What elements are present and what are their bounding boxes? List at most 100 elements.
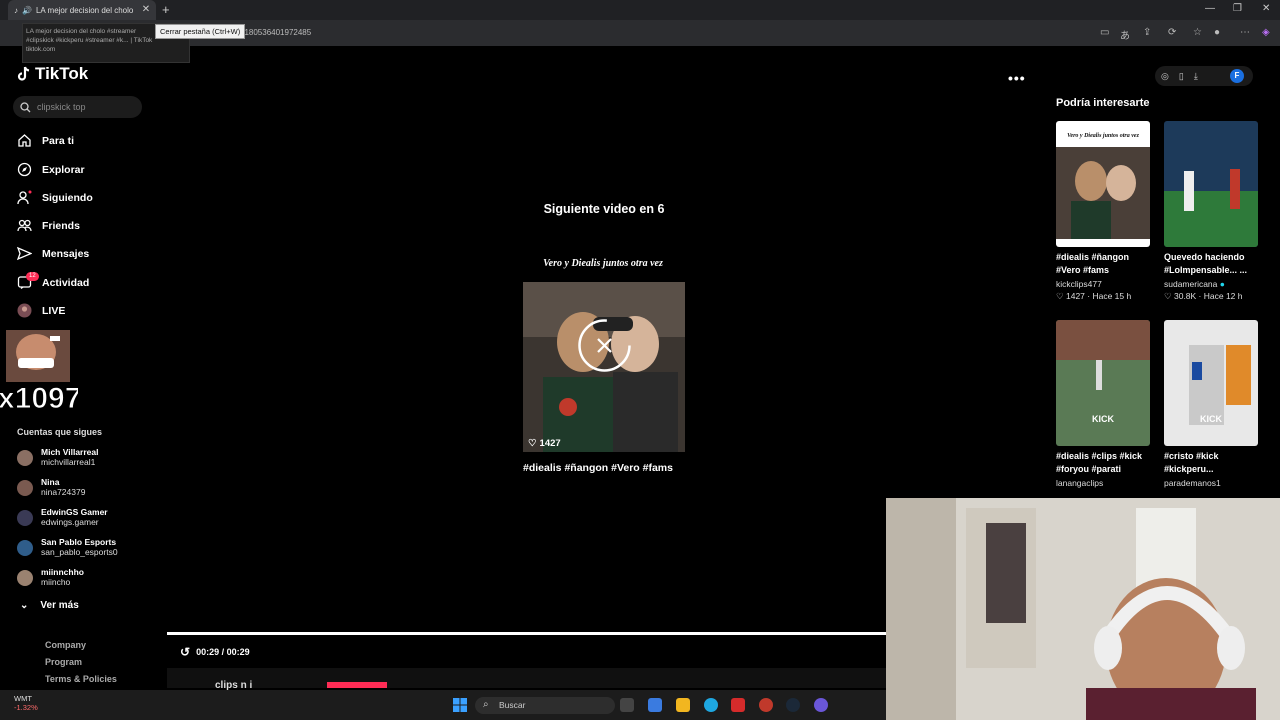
- stock-value: -1.32%: [14, 703, 38, 712]
- footer-link-program[interactable]: Program: [45, 657, 82, 667]
- nav-siguiendo[interactable]: Siguiendo: [17, 190, 93, 205]
- thumbnail-overlay-text: Vero y Diealis juntos otra vez: [543, 258, 663, 269]
- footer-link-terms[interactable]: Terms & Policies: [45, 674, 117, 684]
- close-window-icon[interactable]: ✕: [1262, 3, 1270, 14]
- reader-icon[interactable]: ▭: [1100, 27, 1109, 38]
- following-section-title: Cuentas que sigues: [17, 427, 103, 437]
- video-thumbnail[interactable]: Vero y Diealis juntos otra vez: [1056, 121, 1150, 247]
- video-caption: #cristo #kick #kickperu...: [1164, 451, 1219, 474]
- nav-mensajes[interactable]: Mensajes: [17, 246, 89, 261]
- steam-icon[interactable]: [786, 698, 800, 712]
- stock-widget[interactable]: WMT -1.32%: [14, 694, 38, 712]
- avatar: [17, 450, 33, 466]
- nav-label: Mensajes: [42, 247, 90, 260]
- account-username: edwings.gamer: [41, 517, 99, 527]
- taskbar-search[interactable]: Buscar: [475, 697, 615, 714]
- replay-icon[interactable]: ↺: [180, 645, 190, 659]
- time-readout: 00:29 / 00:29: [196, 647, 250, 657]
- account-username: nina724379: [41, 487, 86, 497]
- recommended-video[interactable]: Vero y Diealis juntos otra vez #diealis …: [1056, 121, 1150, 302]
- followed-account[interactable]: San Pablo Esports san_pablo_esports0: [17, 537, 118, 561]
- copilot-icon[interactable]: ◈: [1262, 27, 1270, 38]
- see-more-button[interactable]: ⌄ Ver más: [20, 600, 79, 611]
- edge-icon[interactable]: [704, 698, 718, 712]
- app-icon[interactable]: [759, 698, 773, 712]
- download-icon[interactable]: ⤓: [1194, 71, 1198, 82]
- video-author[interactable]: kickclips477: [1056, 279, 1150, 289]
- account-name: Mich Villarreal: [41, 447, 99, 457]
- recommendations-title: Podría interesarte: [1056, 97, 1150, 109]
- audio-icon[interactable]: 🔊: [22, 6, 32, 15]
- url-text[interactable]: 8180536401972485: [240, 28, 311, 37]
- follow-button[interactable]: [327, 682, 387, 688]
- video-author[interactable]: parademanos1: [1164, 478, 1258, 488]
- translate-icon[interactable]: あ: [1120, 27, 1130, 42]
- video-progress-bar[interactable]: [167, 632, 887, 635]
- stock-name: WMT: [14, 694, 32, 703]
- search-icon[interactable]: [20, 102, 31, 113]
- tab-title: LA mejor decision del cholo: [35, 5, 134, 15]
- profile-icon[interactable]: ●: [1214, 27, 1220, 38]
- tiktok-logo[interactable]: TikTok: [17, 64, 88, 84]
- video-caption: #diealis #ñangon #Vero #fams: [1056, 252, 1130, 275]
- phone-icon[interactable]: ▯: [1179, 71, 1184, 82]
- thumbnail-text: KICK: [1200, 414, 1222, 424]
- nav-para-ti[interactable]: Para ti: [17, 133, 74, 148]
- followed-account[interactable]: EdwinGS Gamer edwings.gamer: [17, 507, 108, 531]
- windows-start-icon[interactable]: [453, 698, 467, 712]
- next-video-strip: [167, 668, 887, 688]
- nav-explorar[interactable]: Explorar: [17, 162, 85, 177]
- video-thumbnail[interactable]: [1164, 121, 1258, 247]
- favorite-star-icon[interactable]: ☆: [1193, 27, 1202, 38]
- new-tab-button[interactable]: +: [162, 2, 170, 17]
- compass-icon[interactable]: ◎: [1161, 71, 1169, 82]
- more-menu-icon[interactable]: ⋯: [1240, 27, 1250, 38]
- account-name: San Pablo Esports: [41, 537, 117, 547]
- minimize-icon[interactable]: —: [1205, 3, 1215, 14]
- video-thumbnail[interactable]: KICK: [1164, 320, 1258, 446]
- footer-link-company[interactable]: Company: [45, 640, 86, 650]
- nav-label: Siguiendo: [42, 191, 93, 204]
- nav-live[interactable]: LIVE: [17, 303, 65, 318]
- live-avatar-icon: [17, 303, 32, 318]
- user-avatar[interactable]: F: [1230, 69, 1244, 83]
- close-tab-icon[interactable]: ✕: [140, 4, 152, 16]
- browser-tab-bar: ♪ 🔊 LA mejor decision del cholo ✕ + — ❐ …: [0, 0, 1280, 20]
- file-explorer-icon[interactable]: [676, 698, 690, 712]
- recommended-video[interactable]: KICK #diealis #clips #kick #foryou #para…: [1056, 320, 1150, 488]
- account-username: miincho: [41, 577, 71, 587]
- app-icon[interactable]: [731, 698, 745, 712]
- see-more-label: Ver más: [40, 600, 79, 611]
- thumbnail-text: KICK: [1092, 414, 1114, 424]
- cancel-autoplay-icon[interactable]: [577, 318, 632, 373]
- followed-account[interactable]: Mich Villarreal michvillarreal1: [17, 447, 98, 471]
- followed-account[interactable]: miinnchho miincho: [17, 567, 84, 591]
- maximize-icon[interactable]: ❐: [1233, 3, 1242, 14]
- account-name: EdwinGS Gamer: [41, 507, 108, 517]
- refresh-icon[interactable]: ⟳: [1168, 27, 1176, 38]
- avatar: [17, 510, 33, 526]
- video-author[interactable]: sudamericana ●: [1164, 279, 1258, 289]
- share-icon[interactable]: ⇪: [1143, 27, 1151, 38]
- next-video-description[interactable]: #diealis #ñangon #Vero #fams: [523, 462, 673, 474]
- more-options-icon[interactable]: •••: [1008, 70, 1026, 86]
- search-input[interactable]: clipskick top: [13, 96, 142, 118]
- heart-icon: ♡: [528, 438, 537, 449]
- video-author[interactable]: lanangaclips: [1056, 478, 1150, 488]
- nav-friends[interactable]: Friends: [17, 218, 80, 233]
- next-video-countdown: Siguiente video en 6: [543, 202, 665, 216]
- video-thumbnail[interactable]: KICK: [1056, 320, 1150, 446]
- avatar: [17, 540, 33, 556]
- send-icon: [17, 246, 32, 261]
- recommended-video[interactable]: KICK #cristo #kick #kickperu... paradema…: [1164, 320, 1258, 488]
- following-icon: [17, 190, 32, 205]
- browser-tab[interactable]: ♪ 🔊 LA mejor decision del cholo ✕: [8, 0, 156, 20]
- followed-account[interactable]: Nina nina724379: [17, 477, 85, 501]
- recommended-video[interactable]: Quevedo haciendo #LoImpensable... ... su…: [1164, 121, 1258, 302]
- copilot-app-icon[interactable]: [648, 698, 662, 712]
- task-view-icon[interactable]: [620, 698, 634, 712]
- discord-icon[interactable]: [814, 698, 828, 712]
- video-meta: ♡ 1427 · Hace 15 h: [1056, 291, 1132, 301]
- verified-icon: ●: [1219, 279, 1225, 289]
- nav-label: Actividad: [42, 276, 90, 289]
